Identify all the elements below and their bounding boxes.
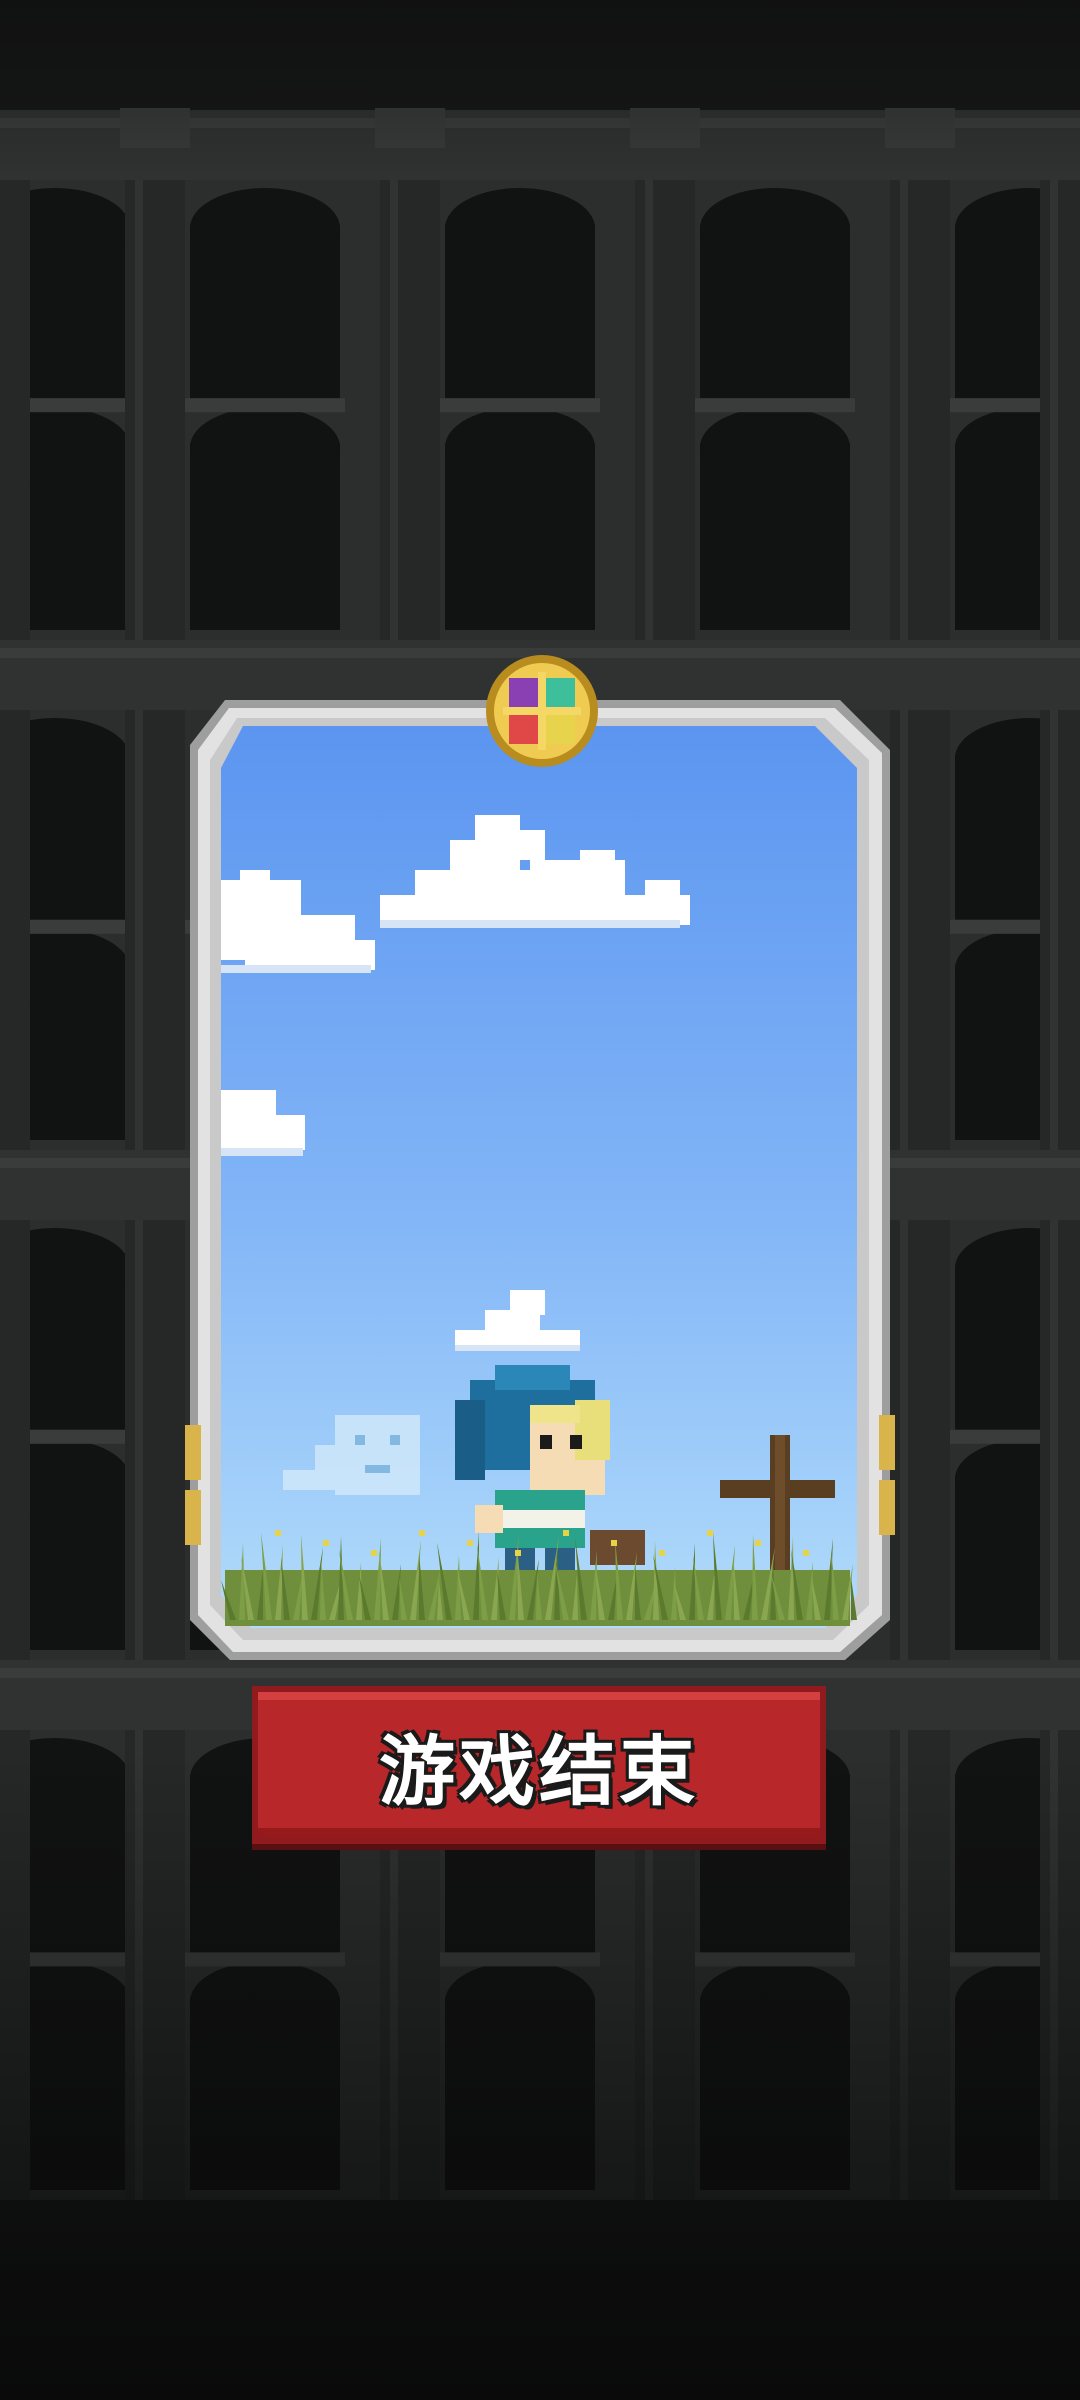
game-over-button[interactable]: 游戏结束 — [252, 1686, 826, 1844]
game-over-screen: 游戏结束 — [0, 0, 1080, 2400]
character-card — [185, 700, 895, 1660]
game-over-label: 游戏结束 — [378, 1726, 699, 1818]
quadrant-emblem-icon — [486, 655, 598, 767]
